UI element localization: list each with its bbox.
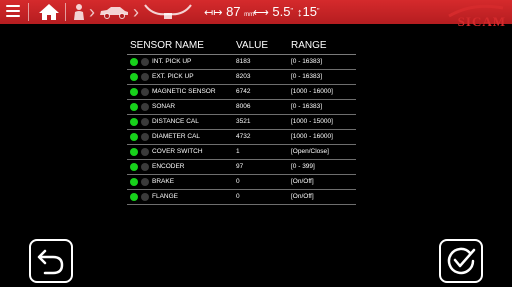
status-led-on	[130, 133, 138, 141]
sensor-name: DISTANCE CAL	[152, 118, 199, 125]
diameter-value: 5.5	[272, 4, 291, 19]
sensor-value: 6742	[236, 88, 251, 95]
confirm-check-icon	[447, 247, 476, 275]
sensor-value: 8006	[236, 103, 251, 110]
status-led-on	[130, 103, 138, 111]
status-led-off	[141, 178, 149, 186]
header-value: VALUE	[236, 40, 269, 51]
distance-value: 87	[226, 4, 241, 19]
sensor-range: [1000 - 16000]	[291, 133, 333, 140]
sensor-value: 1	[236, 148, 240, 155]
table-row: DIAMETER CAL 4732 [1000 - 16000]	[127, 130, 356, 145]
confirm-button[interactable]	[439, 239, 483, 283]
table-row: COVER SWITCH 1 [Open/Close]	[127, 145, 356, 160]
divider	[28, 3, 29, 21]
sensor-value: 0	[236, 178, 240, 185]
table-row: INT. PICK UP 8183 [0 - 16383]	[127, 55, 356, 70]
top-bar: › › ↤↦ 87 mm ⟷ 5.5" ↕15"	[0, 0, 512, 24]
sensor-range: [0 - 399]	[291, 163, 315, 170]
distance-arrows-icon: ↤↦	[204, 7, 223, 19]
sensor-name: ENCODER	[152, 163, 185, 170]
table-row: FLANGE 0 [On/Off]	[127, 190, 356, 205]
table-row: DISTANCE CAL 3521 [1000 - 15000]	[127, 115, 356, 130]
sensor-name: SONAR	[152, 103, 176, 110]
sensor-range: [On/Off]	[291, 178, 314, 185]
sensor-name: FLANGE	[152, 193, 179, 200]
sensor-range: [0 - 16383]	[291, 58, 323, 65]
table-row: BRAKE 0 [On/Off]	[127, 175, 356, 190]
back-arrow-icon	[37, 249, 64, 275]
status-led-on	[130, 118, 138, 126]
status-led-off	[141, 58, 149, 66]
sensor-range: [1000 - 16000]	[291, 88, 333, 95]
sensor-value: 8203	[236, 73, 251, 80]
sensor-range: [Open/Close]	[291, 148, 329, 155]
table-row: SONAR 8006 [0 - 16383]	[127, 100, 356, 115]
table-header: SENSOR NAME VALUE RANGE	[127, 38, 356, 55]
status-led-off	[141, 133, 149, 141]
sensor-name: EXT. PICK UP	[152, 73, 194, 80]
status-led-on	[130, 58, 138, 66]
sensor-name: DIAMETER CAL	[152, 133, 201, 140]
status-led-off	[141, 118, 149, 126]
wheel-balancer-icon[interactable]	[143, 2, 193, 20]
logo-text: SICAM	[457, 14, 506, 29]
diameter-readout: ⟷ 5.5"	[253, 4, 293, 21]
sensor-name: BRAKE	[152, 178, 175, 185]
table-row: MAGNETIC SENSOR 6742 [1000 - 16000]	[127, 85, 356, 100]
sensor-name: MAGNETIC SENSOR	[152, 88, 216, 95]
back-button[interactable]	[29, 239, 73, 283]
sensor-name: COVER SWITCH	[152, 148, 203, 155]
sensor-range: [1000 - 15000]	[291, 118, 333, 125]
status-led-on	[130, 148, 138, 156]
sensor-range: [On/Off]	[291, 193, 314, 200]
sensor-range: [0 - 16383]	[291, 103, 323, 110]
table-row: ENCODER 97 [0 - 399]	[127, 160, 356, 175]
chevron-right-icon: ›	[89, 2, 95, 22]
sensor-table: SENSOR NAME VALUE RANGE INT. PICK UP 818…	[127, 38, 356, 205]
status-led-on	[130, 163, 138, 171]
width-readout: ↕15"	[297, 4, 319, 21]
sensor-value: 3521	[236, 118, 251, 125]
menu-icon[interactable]	[6, 5, 20, 18]
home-icon[interactable]	[38, 3, 60, 21]
status-led-on	[130, 193, 138, 201]
sensor-value: 97	[236, 163, 244, 170]
width-value: 15	[302, 4, 317, 19]
table-row: EXT. PICK UP 8203 [0 - 16383]	[127, 70, 356, 85]
sensor-value: 4732	[236, 133, 251, 140]
status-led-on	[130, 73, 138, 81]
operator-icon[interactable]	[73, 3, 85, 21]
status-led-off	[141, 163, 149, 171]
chevron-right-icon: ›	[133, 2, 139, 22]
sensor-value: 0	[236, 193, 240, 200]
header-range: RANGE	[291, 40, 327, 51]
sensor-name: INT. PICK UP	[152, 58, 192, 65]
status-led-on	[130, 178, 138, 186]
status-led-on	[130, 88, 138, 96]
width-unit: "	[316, 8, 320, 15]
status-led-off	[141, 103, 149, 111]
sensor-value: 8183	[236, 58, 251, 65]
status-led-off	[141, 193, 149, 201]
sensor-range: [0 - 16383]	[291, 73, 323, 80]
header-sensor-name: SENSOR NAME	[130, 40, 204, 51]
distance-readout: ↤↦ 87 mm	[204, 4, 254, 23]
status-led-off	[141, 148, 149, 156]
diameter-unit: "	[290, 8, 293, 15]
status-led-off	[141, 73, 149, 81]
diameter-arrows-icon: ⟷	[253, 7, 269, 19]
divider	[65, 3, 66, 21]
status-led-off	[141, 88, 149, 96]
car-icon[interactable]	[98, 5, 130, 19]
